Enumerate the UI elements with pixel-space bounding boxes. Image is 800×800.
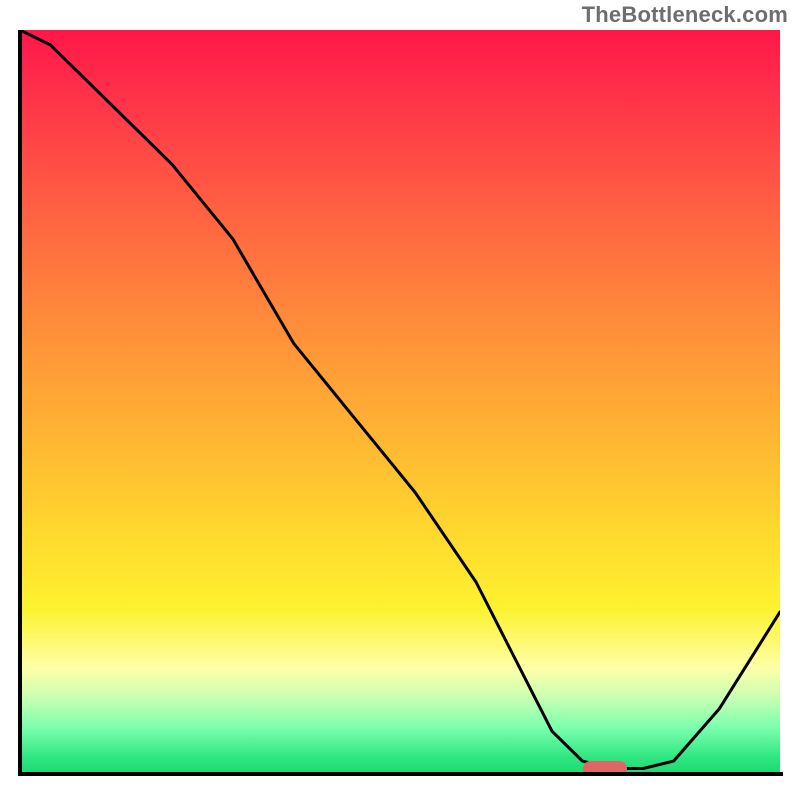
y-axis <box>18 30 22 776</box>
x-axis <box>20 772 783 776</box>
chart-area <box>20 30 780 790</box>
chart-container: TheBottleneck.com <box>0 0 800 800</box>
watermark-text: TheBottleneck.com <box>582 2 788 28</box>
bottleneck-curve <box>20 30 780 776</box>
